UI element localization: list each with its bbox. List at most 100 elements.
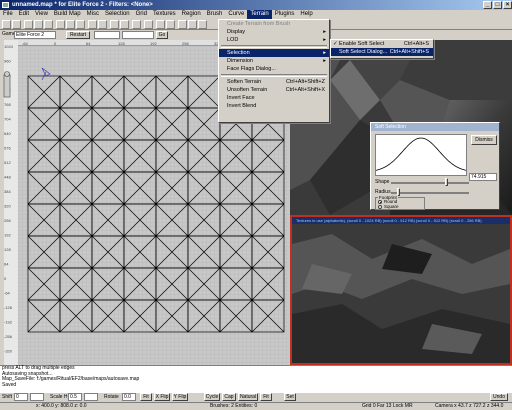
enable-soft-select-item[interactable]: ✓ Enable Soft Select Ctrl+Alt+S xyxy=(331,40,433,48)
submenu-arrow-icon: ▸ xyxy=(323,58,326,64)
lod-item[interactable]: LOD ▸ xyxy=(219,36,329,44)
unsoften-terrain-label: Unsoften Terrain xyxy=(227,87,268,93)
ruler-tick-label: 576 xyxy=(4,146,11,151)
save-icon[interactable] xyxy=(12,20,21,29)
lod-label: LOD xyxy=(227,37,239,43)
entity-icon[interactable] xyxy=(198,20,207,29)
square-label: Square xyxy=(384,204,399,209)
radius-slider-track xyxy=(391,192,469,194)
flip-y-icon[interactable] xyxy=(34,20,43,29)
ruler-tick-label: 448 xyxy=(4,175,11,180)
texture-thumbnail[interactable] xyxy=(292,224,510,363)
select-inside-icon[interactable] xyxy=(98,20,107,29)
close-button[interactable]: × xyxy=(503,1,512,9)
soften-terrain-item[interactable]: Soften Terrain Ctrl+Alt+Shift+Z xyxy=(219,78,329,86)
player-start-icon[interactable] xyxy=(2,70,12,100)
invert-blend-item[interactable]: Invert Blend xyxy=(219,102,329,110)
select-touching-icon[interactable] xyxy=(88,20,97,29)
rotate-y-icon[interactable] xyxy=(66,20,75,29)
round-radio[interactable] xyxy=(378,200,382,204)
open-icon[interactable] xyxy=(2,20,11,29)
menu-view[interactable]: View xyxy=(32,10,51,19)
ruler-tick-label: 192 xyxy=(4,233,11,238)
xflip-button[interactable]: X Flip xyxy=(154,393,170,401)
rotate-x-icon[interactable] xyxy=(56,20,65,29)
shift-field[interactable]: 0 xyxy=(14,393,28,401)
maximize-button[interactable]: □ xyxy=(493,1,502,9)
natural-button[interactable]: Natural xyxy=(238,393,258,401)
cube-clip-icon[interactable] xyxy=(166,20,175,29)
menu-plugins[interactable]: Plugins xyxy=(272,10,298,19)
app-icon xyxy=(2,2,9,8)
enable-soft-select-shortcut: Ctrl+Alt+S xyxy=(403,41,429,47)
rotate-field[interactable]: 0.0 xyxy=(122,393,136,401)
scale-field[interactable]: 0.5 xyxy=(68,393,82,401)
scale-field-2[interactable] xyxy=(84,393,98,401)
rotate-z-icon[interactable] xyxy=(76,20,85,29)
radius-value-field[interactable]: 74.915 xyxy=(469,173,497,181)
submenu-arrow-icon: ▸ xyxy=(323,50,326,56)
menu-terrain[interactable]: Terrain xyxy=(247,10,272,19)
game-select[interactable]: Elite Force 2 xyxy=(14,31,56,39)
flip-x-icon[interactable] xyxy=(24,20,33,29)
unsoften-terrain-item[interactable]: Unsoften Terrain Ctrl+Alt+Shift+X xyxy=(219,86,329,94)
ruler-tick-label: 64 xyxy=(4,262,9,267)
command-combo-2[interactable] xyxy=(122,31,154,39)
invert-face-item[interactable]: Invert Face xyxy=(219,94,329,102)
clipper-icon[interactable] xyxy=(132,20,141,29)
cycle-button[interactable]: Cycle xyxy=(204,393,220,401)
menu-help[interactable]: Help xyxy=(297,10,315,19)
invert-blend-label: Invert Blend xyxy=(227,103,257,109)
dismiss-button[interactable]: Dismiss xyxy=(471,135,497,145)
camera-move-icon[interactable] xyxy=(178,20,187,29)
restart-button[interactable]: Restart xyxy=(66,31,90,39)
ruler-tick-label: 128 xyxy=(4,247,11,252)
menu-separator xyxy=(221,74,327,77)
menu-misc[interactable]: Misc xyxy=(84,10,102,19)
selection-submenu: ✓ Enable Soft Select Ctrl+Alt+S Soft Selec… xyxy=(330,39,434,59)
texture-view-icon[interactable] xyxy=(156,20,165,29)
menu-edit[interactable]: Edit xyxy=(16,10,32,19)
menu-curve[interactable]: Curve xyxy=(225,10,247,19)
selection-item[interactable]: Selection ▸ xyxy=(219,49,329,57)
check-icon: ✓ xyxy=(333,41,338,47)
command-combo-1[interactable] xyxy=(94,31,120,39)
console-log[interactable]: press ALT to drag multiple edges Autosav… xyxy=(0,365,512,393)
change-view-icon[interactable] xyxy=(144,20,153,29)
soft-select-dialog-item[interactable]: Soft Select Dialog... Ctrl+Alt+Shift+S xyxy=(331,48,433,56)
status-coords: x: 400.0 y: 808.0 z: 0.0 xyxy=(36,403,87,409)
ruler-tick-label: 384 xyxy=(4,189,11,194)
menu-textures[interactable]: Textures xyxy=(150,10,179,19)
square-radio[interactable] xyxy=(378,205,382,209)
menu-file[interactable]: File xyxy=(0,10,16,19)
fit-button[interactable]: Fit xyxy=(140,393,152,401)
face-flags-dialog-label: Face Flags Dialog... xyxy=(227,66,276,72)
fit-button-2[interactable]: Fit xyxy=(260,393,272,401)
undo-button[interactable]: Undo xyxy=(490,393,508,401)
patch-icon[interactable] xyxy=(188,20,197,29)
shift-field-2[interactable] xyxy=(30,393,44,401)
face-flags-dialog-item[interactable]: Face Flags Dialog... xyxy=(219,65,329,73)
csg-merge-icon[interactable] xyxy=(120,20,129,29)
falloff-curve[interactable] xyxy=(375,134,467,176)
shape-slider-thumb[interactable] xyxy=(445,178,448,186)
set-button[interactable]: Set xyxy=(284,393,296,401)
menu-region[interactable]: Region xyxy=(179,10,204,19)
soft-selection-title: Soft Selection xyxy=(371,123,499,131)
texture-browser[interactable]: Textures in use (alphabetic), (scroll 0 … xyxy=(290,215,512,365)
go-button[interactable]: Go xyxy=(156,31,168,39)
flip-z-icon[interactable] xyxy=(44,20,53,29)
display-item[interactable]: Display ▸ xyxy=(219,28,329,36)
menu-selection[interactable]: Selection xyxy=(102,10,133,19)
ruler-tick-label: -128 xyxy=(4,305,13,310)
dimension-item[interactable]: Dimension ▸ xyxy=(219,57,329,65)
csg-subtract-icon[interactable] xyxy=(110,20,119,29)
minimize-button[interactable]: _ xyxy=(483,1,492,9)
menu-grid[interactable]: Grid xyxy=(133,10,150,19)
menu-brush[interactable]: Brush xyxy=(204,10,226,19)
surface-toolbar: Shift 0 Scale H 0.5 Rotate 0.0 Fit X Fli… xyxy=(0,393,512,402)
yflip-button[interactable]: Y Flip xyxy=(172,393,188,401)
create-terrain-from-brush-label: Create Terrain from Brush xyxy=(227,21,291,27)
cap-button[interactable]: Cap xyxy=(222,393,236,401)
menu-build-map[interactable]: Build Map xyxy=(51,10,84,19)
